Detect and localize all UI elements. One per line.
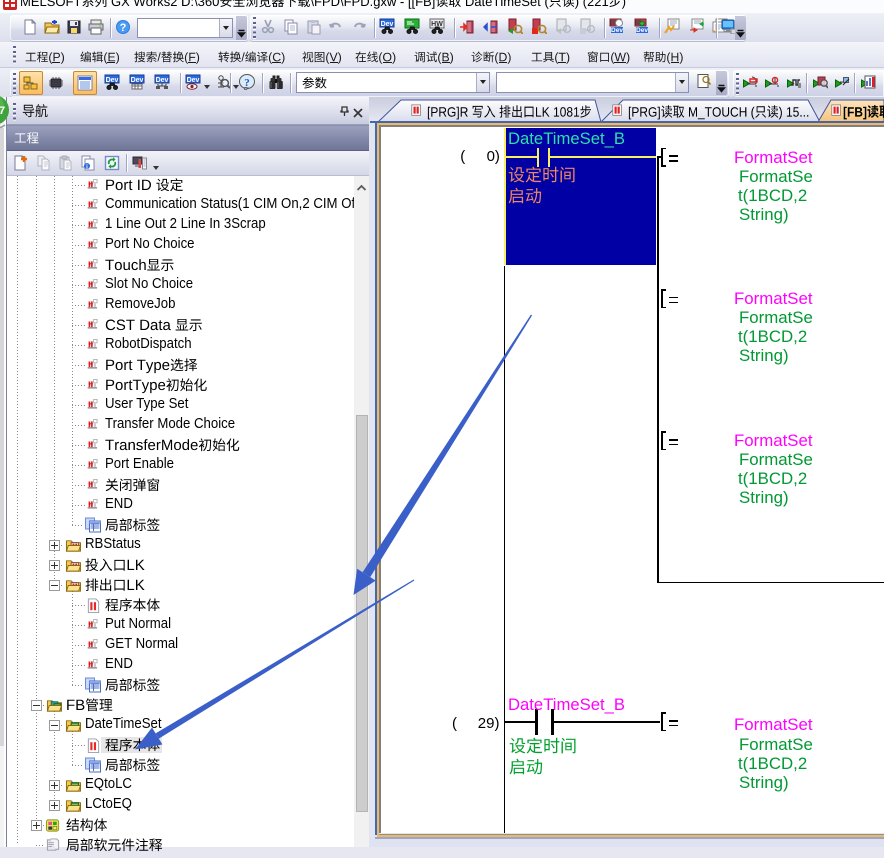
svg-text:?: ?	[244, 77, 250, 89]
svg-text:Dev: Dev	[187, 77, 200, 84]
svg-text:?: ?	[120, 22, 127, 34]
svg-text:Dev: Dev	[156, 77, 169, 84]
svg-text:7: 7	[0, 105, 5, 117]
svg-text:Dev: Dev	[131, 77, 144, 84]
svg-text:Dev: Dev	[636, 27, 648, 33]
svg-text:Dev: Dev	[611, 27, 623, 33]
